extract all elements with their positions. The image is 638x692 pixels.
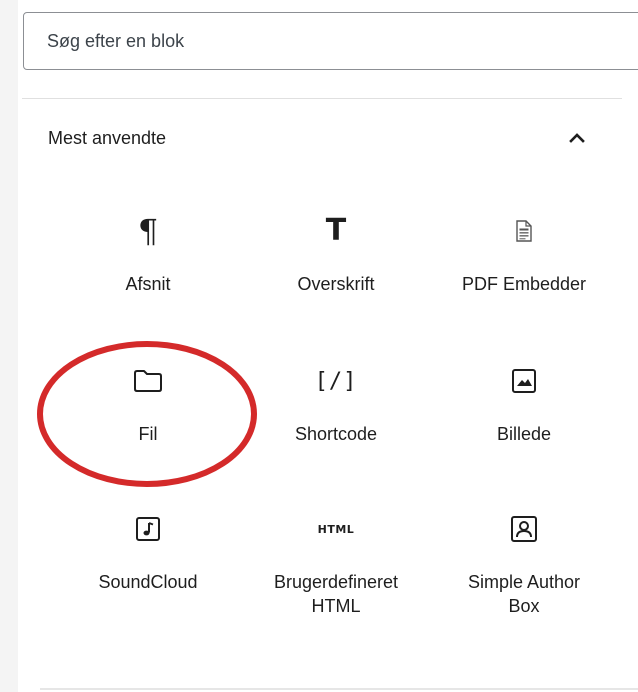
block-search-field[interactable] [23, 12, 638, 70]
audio-icon [58, 512, 238, 546]
block-item-simple-author-box[interactable]: Simple Author Box [434, 498, 614, 638]
block-label: Shortcode [294, 424, 378, 444]
author-box-icon [434, 512, 614, 546]
block-label: Afsnit [125, 274, 171, 294]
folder-icon [58, 364, 238, 398]
image-icon [434, 364, 614, 398]
shortcode-icon: [/] [314, 368, 358, 394]
pdf-document-icon [434, 214, 614, 248]
block-item-brugerdefineret-html[interactable]: HTML Brugerdefineret HTML [246, 498, 426, 638]
bottom-divider [40, 688, 638, 690]
heading-icon: T [325, 213, 347, 248]
block-item-pdf-embedder[interactable]: PDF Embedder [434, 200, 614, 340]
block-item-shortcode[interactable]: [/] Shortcode [246, 350, 426, 490]
block-label: SoundCloud [98, 572, 198, 592]
paragraph-icon: ¶ [137, 212, 159, 250]
block-item-fil[interactable]: Fil [58, 350, 238, 490]
block-search-input[interactable] [24, 13, 638, 69]
block-label: Fil [138, 424, 158, 444]
divider [22, 98, 622, 99]
block-item-overskrift[interactable]: T Overskrift [246, 200, 426, 340]
html-icon: HTML [317, 522, 355, 536]
block-label: Overskrift [297, 274, 375, 294]
block-item-afsnit[interactable]: ¶ Afsnit [58, 200, 238, 340]
block-label: Brugerdefineret HTML [273, 572, 399, 616]
most-used-section-toggle[interactable]: Mest anvendte [22, 100, 620, 176]
block-item-billede[interactable]: Billede [434, 350, 614, 490]
block-label: PDF Embedder [461, 274, 587, 294]
section-title: Mest anvendte [48, 128, 167, 148]
chevron-up-icon[interactable] [565, 126, 589, 150]
block-item-soundcloud[interactable]: SoundCloud [58, 498, 238, 638]
block-label: Simple Author Box [467, 572, 581, 616]
block-label: Billede [496, 424, 552, 444]
